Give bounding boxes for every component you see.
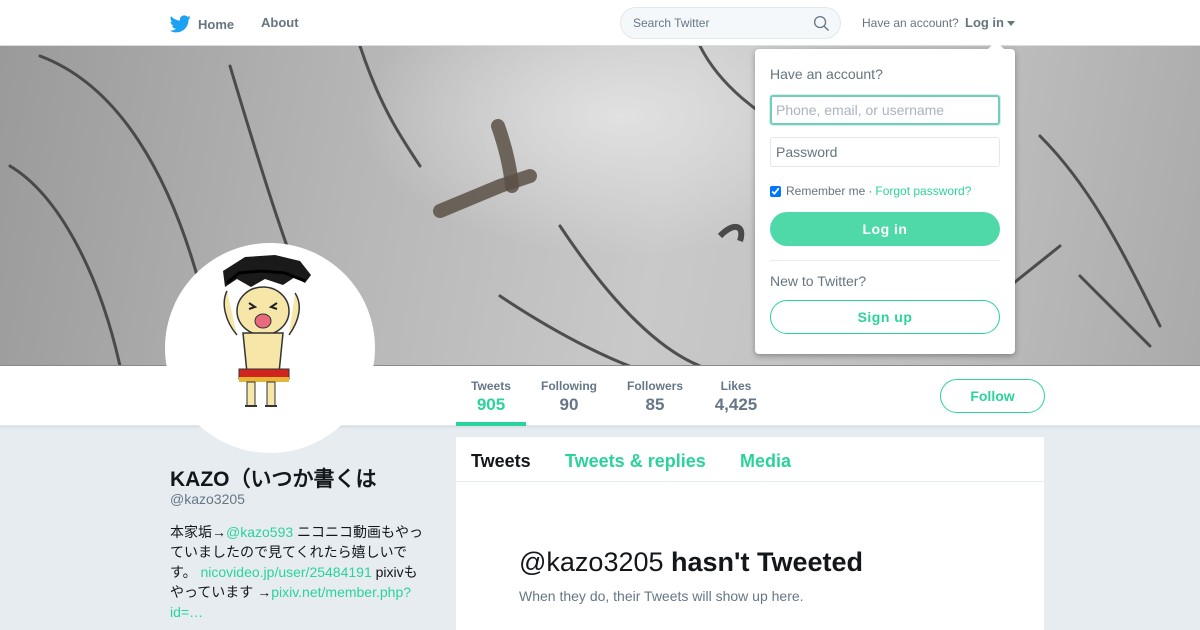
tab-tweets[interactable]: Tweets: [471, 451, 531, 472]
remember-me-label[interactable]: Remember me: [786, 184, 865, 198]
empty-state-message: hasn't Tweeted: [671, 547, 863, 577]
login-link-label: Log in: [965, 15, 1004, 30]
search-input[interactable]: [621, 8, 811, 38]
stat-label: Tweets: [471, 379, 511, 393]
stat-following[interactable]: Following 90: [536, 366, 602, 426]
tab-tweets-replies[interactable]: Tweets & replies: [565, 451, 706, 472]
profile-name[interactable]: KAZO（いつか書くは: [170, 463, 377, 493]
login-dropdown: Have an account? Remember me · Forgot pa…: [755, 41, 1015, 354]
stat-value: 4,425: [714, 395, 758, 414]
stat-label: Likes: [720, 379, 752, 393]
nav-about-link[interactable]: About: [261, 15, 299, 30]
stat-tweets[interactable]: Tweets 905: [456, 366, 526, 426]
empty-state-subtitle: When they do, their Tweets will show up …: [519, 588, 804, 604]
search-icon[interactable]: [813, 15, 830, 32]
empty-state-title: @kazo3205 hasn't Tweeted: [519, 547, 863, 578]
stat-value: 905: [476, 395, 506, 414]
login-heading: Have an account?: [770, 66, 883, 82]
divider: [770, 260, 1000, 261]
twitter-bird-icon: [170, 15, 191, 33]
timeline-tabs: Tweets Tweets & replies Media: [456, 437, 1044, 482]
have-account-text: Have an account?: [862, 16, 959, 30]
search-box: [620, 7, 841, 39]
stat-followers[interactable]: Followers 85: [622, 366, 688, 426]
login-dropdown-toggle[interactable]: Log in: [965, 15, 1015, 30]
caret-down-icon: [1007, 20, 1015, 26]
forgot-password-link[interactable]: Forgot password?: [875, 184, 971, 198]
stat-value: 90: [559, 395, 579, 414]
bio-mention-link[interactable]: @kazo593: [226, 524, 293, 540]
avatar-illustration: [223, 255, 311, 407]
follow-button[interactable]: Follow: [940, 379, 1045, 413]
bio-text: 本家垢→: [170, 524, 226, 540]
tab-media[interactable]: Media: [740, 451, 791, 472]
login-button[interactable]: Log in: [770, 212, 1000, 246]
stat-label: Following: [541, 379, 597, 393]
profile-bio: 本家垢→@kazo593 ニコニコ動画もやっていましたので見てくれたら嬉しいです…: [170, 522, 430, 622]
bio-ellipsis[interactable]: …: [189, 604, 203, 620]
profile-handle[interactable]: @kazo3205: [170, 491, 245, 507]
empty-state-handle: @kazo3205: [519, 547, 664, 577]
dropdown-caret-icon: [988, 41, 1004, 49]
separator-dot: ·: [868, 184, 873, 198]
username-field[interactable]: [770, 95, 1000, 125]
bio-nicovideo-link[interactable]: nicovideo.jp/user/25484191: [201, 564, 372, 580]
timeline-panel: Tweets Tweets & replies Media @kazo3205 …: [456, 437, 1044, 630]
avatar[interactable]: [165, 243, 375, 453]
signup-button[interactable]: Sign up: [770, 300, 1000, 334]
top-navigation-bar: Home About Have an account? Log in: [0, 0, 1200, 46]
stat-label: Followers: [626, 379, 683, 393]
password-field[interactable]: [770, 137, 1000, 167]
stat-value: 85: [645, 395, 665, 414]
stat-likes[interactable]: Likes 4,425: [706, 366, 766, 426]
new-to-twitter-label: New to Twitter?: [770, 273, 867, 289]
remember-me-checkbox[interactable]: [770, 185, 781, 197]
remember-row: Remember me · Forgot password?: [770, 184, 971, 198]
nav-home-link[interactable]: Home: [170, 13, 234, 35]
nav-home-label: Home: [198, 16, 235, 32]
